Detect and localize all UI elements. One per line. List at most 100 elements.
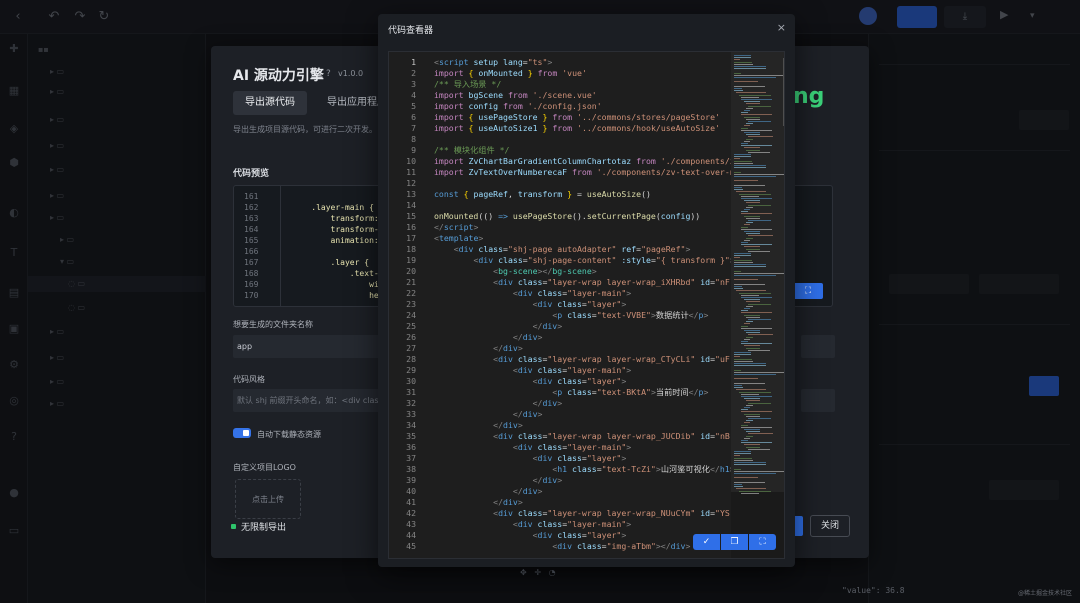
line-text: <div class="layer-main"> xyxy=(512,288,632,298)
close-button[interactable]: 关闭 xyxy=(810,515,850,537)
minimap-line xyxy=(746,332,760,334)
minimap-line xyxy=(743,209,751,210)
minimap-line xyxy=(734,55,751,56)
vertical-scrollbar[interactable] xyxy=(783,58,784,126)
minimap-line xyxy=(734,187,743,188)
line-number: 1 xyxy=(411,57,416,67)
line-number: 30 xyxy=(406,376,416,386)
line-number: 31 xyxy=(406,387,416,397)
minimap-line xyxy=(741,325,748,327)
line-number: 28 xyxy=(406,354,416,364)
line-text: const { pageRef, transform } = useAutoSi… xyxy=(434,189,651,199)
folder-label: 想要生成的文件夹名称 xyxy=(233,320,313,329)
minimap-line xyxy=(746,415,760,417)
minimap-line xyxy=(734,160,753,162)
minimap-line xyxy=(734,283,766,285)
logo-label: 自定义项目LOGO xyxy=(233,463,296,472)
minimap-line xyxy=(741,211,748,213)
line-text: import { useAutoSize1 } from '../commons… xyxy=(434,123,720,133)
minimap-line xyxy=(734,261,753,263)
line-text: </div> xyxy=(493,497,523,507)
minimap-line xyxy=(734,257,741,259)
minimap-line xyxy=(741,297,772,298)
minimap-line xyxy=(734,279,759,281)
minimap-line xyxy=(746,301,760,303)
folder-input-ext[interactable] xyxy=(801,335,835,358)
code-editor[interactable]: 1 <script setup lang="ts"> 2 import { onMou… xyxy=(388,51,785,559)
minimap-line xyxy=(734,61,753,63)
line-text: /** 导入场景 */ xyxy=(434,79,502,89)
line-text: onMounted(() => usePageStore().setCurren… xyxy=(434,211,701,221)
minimap-line xyxy=(736,290,767,292)
minimap-line xyxy=(738,391,772,393)
minimap-line xyxy=(743,422,751,424)
line-number: 23 xyxy=(406,299,416,309)
auto-download-label: 自动下载静态资源 xyxy=(257,430,321,439)
minimap-line xyxy=(734,270,741,272)
line-number: 11 xyxy=(406,167,416,177)
line-number: 35 xyxy=(406,431,416,441)
minimap-line xyxy=(741,442,772,444)
minimap-line xyxy=(734,171,741,173)
minimap-line xyxy=(734,156,752,158)
line-text: <div class="layer-wrap layer-wrap_iXHRbd… xyxy=(493,277,731,287)
folder-input[interactable]: app xyxy=(233,335,383,358)
line-number: 8 xyxy=(411,134,416,144)
line-text: <script setup lang="ts"> xyxy=(434,57,553,67)
line-text: </div> xyxy=(512,409,543,419)
line-text: <div class="layer-wrap layer-wrap_NUuCYm… xyxy=(493,508,731,518)
line-number: 25 xyxy=(406,321,416,331)
line-text: <template> xyxy=(434,233,484,243)
logo-upload[interactable]: 点击上传 xyxy=(235,479,301,519)
fullscreen-icon[interactable]: ⛶ xyxy=(749,534,776,550)
minimap-line xyxy=(746,149,760,151)
close-icon[interactable]: × xyxy=(777,21,786,34)
viewer-title: 代码查看器 xyxy=(388,26,434,36)
minimap-line xyxy=(743,215,761,217)
minimap-line xyxy=(734,464,766,466)
line-text: import ZvChartBarGradientColumnChartotaz… xyxy=(434,156,731,166)
line-number: 20 xyxy=(406,266,416,276)
line-number: 6 xyxy=(411,112,416,122)
minimap-line xyxy=(743,429,761,430)
minimap-line xyxy=(748,349,771,351)
check-icon[interactable]: ✓ xyxy=(693,534,720,550)
line-number: 21 xyxy=(406,277,416,287)
code-area[interactable]: 1 <script setup lang="ts"> 2 import { onMou… xyxy=(389,52,731,558)
line-number: 42 xyxy=(406,508,416,518)
tab-export-source[interactable]: 导出源代码 xyxy=(233,91,307,115)
minimap-line xyxy=(734,468,741,470)
copy-icon[interactable]: ❐ xyxy=(721,534,748,550)
minimap-line xyxy=(734,90,743,92)
minimap-line xyxy=(743,299,761,301)
minimap-line xyxy=(746,134,760,136)
minimap-line xyxy=(734,158,741,160)
minimap-line xyxy=(734,81,759,83)
style-input-ext[interactable] xyxy=(801,389,835,412)
editor-app: ‹ ↶ ↷ ↻ ⤓ ▶ ▾ ✚ ▦ ◈ ⬢ ◐ T ▤ ▣ ⚙ ◎ ? ● ▭ … xyxy=(0,0,1080,603)
line-number: 16 xyxy=(406,222,416,232)
minimap-line xyxy=(734,74,784,76)
line-text: /** 模块化组件 */ xyxy=(434,145,510,155)
expand-icon[interactable]: ⛶ xyxy=(793,283,823,299)
minimap-line xyxy=(746,321,753,323)
minimap-line xyxy=(741,112,748,114)
line-number: 18 xyxy=(406,244,416,254)
minimap-line xyxy=(734,358,753,360)
minimap-line xyxy=(734,365,766,367)
json-value-hint: "value": 36.8 xyxy=(842,586,905,595)
style-input[interactable]: 默认 shj 前缀开头命名，如：<div class xyxy=(233,389,383,412)
line-text: <p class="text-VVBE">数据统计</p> xyxy=(552,310,709,320)
minimap[interactable] xyxy=(731,52,784,558)
help-icon[interactable]: ? xyxy=(326,69,331,79)
line-number: 2 xyxy=(411,68,416,78)
minimap-line xyxy=(746,237,753,239)
minimap-line xyxy=(734,275,777,276)
line-number: 7 xyxy=(411,123,416,133)
minimap-line xyxy=(748,319,771,320)
minimap-line xyxy=(743,444,761,446)
minimap-line xyxy=(746,420,753,422)
minimap-line xyxy=(734,457,753,459)
minimap-line xyxy=(734,453,752,455)
auto-download-toggle[interactable] xyxy=(233,428,251,438)
